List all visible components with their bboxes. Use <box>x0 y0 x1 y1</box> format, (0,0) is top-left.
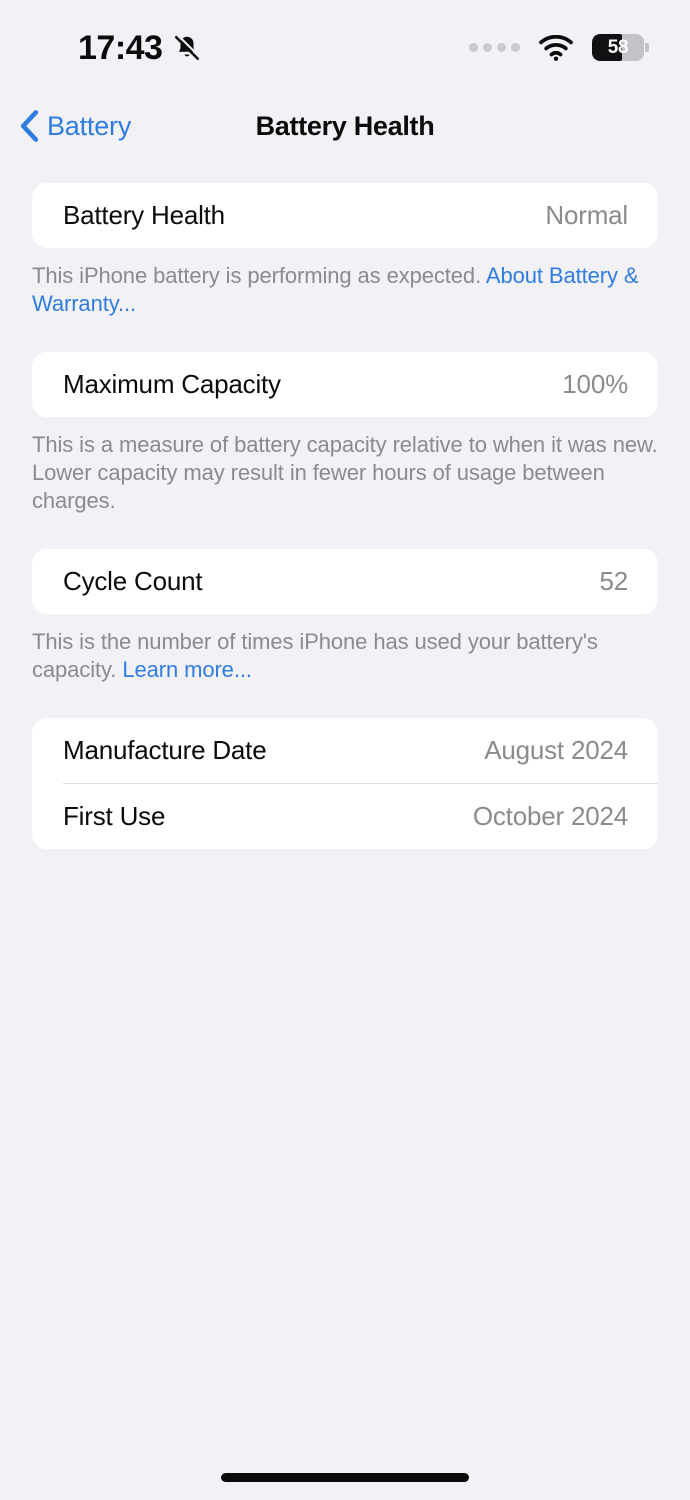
bell-slash-icon <box>172 32 202 64</box>
home-indicator[interactable] <box>221 1473 469 1482</box>
cycle-count-footer-text: This is the number of times iPhone has u… <box>32 629 598 682</box>
first-use-value: October 2024 <box>472 801 628 831</box>
manufacture-date-value: August 2024 <box>484 735 628 765</box>
battery-health-footer-text: This iPhone battery is performing as exp… <box>32 263 486 288</box>
battery-dates-card: Manufacture Date August 2024 First Use O… <box>32 718 658 849</box>
maximum-capacity-row[interactable]: Maximum Capacity 100% <box>32 352 658 417</box>
cycle-count-footer: This is the number of times iPhone has u… <box>0 614 690 684</box>
battery-percent-label: 58 <box>607 36 629 58</box>
maximum-capacity-value: 100% <box>562 369 628 399</box>
maximum-capacity-label: Maximum Capacity <box>63 369 281 399</box>
cycle-count-value: 52 <box>599 566 628 596</box>
cycle-count-label: Cycle Count <box>63 566 203 596</box>
cycle-count-card: Cycle Count 52 <box>32 549 658 614</box>
maximum-capacity-card: Maximum Capacity 100% <box>32 352 658 417</box>
battery-health-card: Battery Health Normal <box>32 183 658 248</box>
battery-health-value: Normal <box>545 200 628 230</box>
manufacture-date-row: Manufacture Date August 2024 <box>32 718 658 783</box>
navigation-bar: Battery Battery Health <box>0 95 690 157</box>
status-bar-right: 58 <box>469 34 649 61</box>
battery-health-row[interactable]: Battery Health Normal <box>32 183 658 248</box>
battery-health-footer: This iPhone battery is performing as exp… <box>0 248 690 318</box>
settings-content: Battery Health Normal This iPhone batter… <box>0 157 690 1500</box>
page-title: Battery Health <box>255 110 435 141</box>
battery-health-screen: 17:43 58 Battery Battery Health Battery … <box>0 0 690 1500</box>
status-bar: 17:43 58 <box>0 0 690 95</box>
learn-more-link[interactable]: Learn more... <box>122 657 252 682</box>
signal-dots-icon <box>469 43 520 52</box>
status-bar-clock: 17:43 <box>78 28 163 67</box>
wifi-icon <box>538 34 574 61</box>
battery-status-icon: 58 <box>592 34 649 61</box>
first-use-label: First Use <box>63 801 166 831</box>
cycle-count-row[interactable]: Cycle Count 52 <box>32 549 658 614</box>
first-use-row: First Use October 2024 <box>32 784 658 849</box>
manufacture-date-label: Manufacture Date <box>63 735 267 765</box>
status-bar-left: 17:43 <box>78 31 202 65</box>
maximum-capacity-footer: This is a measure of battery capacity re… <box>32 432 658 513</box>
battery-health-label: Battery Health <box>63 200 225 230</box>
